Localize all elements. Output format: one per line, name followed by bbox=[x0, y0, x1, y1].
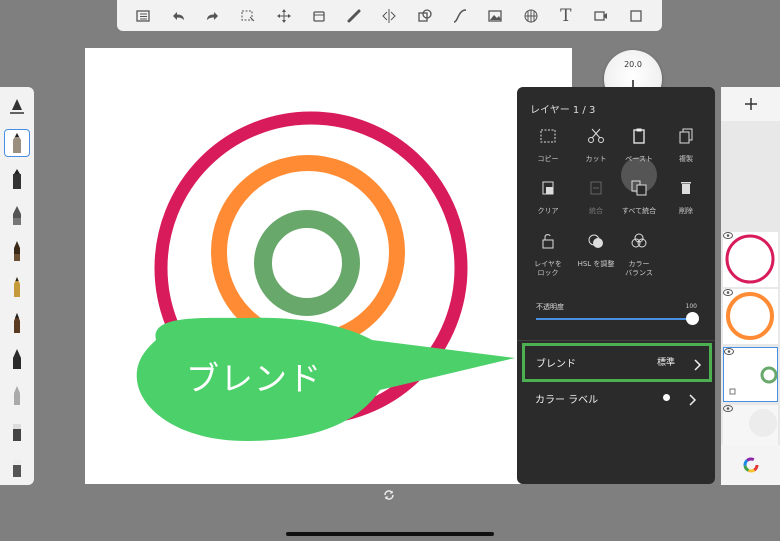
color-label-dot bbox=[663, 394, 670, 401]
home-indicator bbox=[286, 532, 494, 536]
brush-size-value: 20.0 bbox=[624, 60, 642, 69]
video-icon[interactable] bbox=[591, 6, 611, 26]
layer-thumb-2[interactable] bbox=[723, 289, 778, 344]
smudge-brush-icon[interactable] bbox=[4, 381, 30, 409]
duplicate-action[interactable]: 複製 bbox=[663, 125, 709, 164]
clear-label: クリア bbox=[537, 207, 559, 215]
redo-icon[interactable] bbox=[203, 6, 223, 26]
color-balance-label: カラー バランス bbox=[625, 260, 653, 277]
layer-tool-icon[interactable] bbox=[309, 6, 329, 26]
plus-icon bbox=[744, 98, 757, 110]
scissors-icon bbox=[585, 125, 607, 147]
curve-icon[interactable] bbox=[450, 6, 470, 26]
panel-divider bbox=[517, 340, 715, 341]
drawing-canvas[interactable] bbox=[85, 48, 572, 484]
duplicate-label: 複製 bbox=[679, 155, 693, 163]
text-tool-label: T bbox=[560, 5, 572, 26]
marker-brush-icon[interactable] bbox=[4, 165, 30, 193]
opacity-slider-track[interactable] bbox=[536, 318, 693, 320]
undo-icon[interactable] bbox=[168, 6, 188, 26]
clear-action[interactable]: クリア bbox=[525, 177, 571, 216]
eraser-brush-icon[interactable] bbox=[4, 417, 30, 445]
ink-brush-icon[interactable] bbox=[4, 273, 30, 301]
top-toolbar: T bbox=[117, 0, 662, 31]
merge-action[interactable]: 統合 bbox=[573, 177, 619, 216]
symmetry-icon[interactable] bbox=[379, 6, 399, 26]
color-balance-icon bbox=[628, 230, 650, 252]
sync-icon[interactable] bbox=[383, 489, 395, 501]
select-icon[interactable] bbox=[238, 6, 258, 26]
layer-panel: レイヤー 1 / 3 コピー カット ペースト 複製 クリア 統合 すべて統合 … bbox=[517, 87, 715, 484]
callout-text: ブレンド bbox=[186, 359, 322, 398]
clear-icon bbox=[537, 177, 559, 199]
merge-icon bbox=[585, 177, 607, 199]
opacity-slider-knob[interactable] bbox=[686, 312, 699, 325]
inner-ring bbox=[254, 210, 360, 316]
chisel-brush-icon[interactable] bbox=[4, 345, 30, 373]
hsl-action[interactable]: HSL を調整 bbox=[573, 230, 619, 269]
cut-action[interactable]: カット bbox=[573, 125, 619, 164]
merge-all-action[interactable]: すべて統合 bbox=[616, 177, 662, 216]
chevron-right-icon[interactable] bbox=[687, 391, 697, 406]
hsl-icon bbox=[585, 230, 607, 252]
copy-action[interactable]: コピー bbox=[525, 125, 571, 164]
unlock-icon bbox=[537, 230, 559, 252]
layer-panel-title: レイヤー 1 / 3 bbox=[530, 105, 596, 116]
copy-label: コピー bbox=[537, 155, 559, 163]
shapes-icon[interactable] bbox=[415, 6, 435, 26]
eye-icon bbox=[723, 405, 733, 412]
fill-brush-icon[interactable] bbox=[4, 453, 30, 481]
perspective-icon[interactable] bbox=[521, 6, 541, 26]
merge-all-label: すべて統合 bbox=[621, 207, 657, 215]
blend-row[interactable]: ブレンド 標準 bbox=[522, 343, 712, 382]
paste-icon bbox=[628, 125, 650, 147]
blend-label: ブレンド bbox=[536, 359, 576, 370]
image-icon[interactable] bbox=[485, 6, 505, 26]
lock-layer-action[interactable]: レイヤを ロック bbox=[525, 230, 571, 278]
cut-label: カット bbox=[585, 155, 607, 163]
layer-thumb-3-selected[interactable] bbox=[723, 347, 778, 402]
lock-layer-label: レイヤを ロック bbox=[534, 260, 562, 277]
copy-icon bbox=[537, 125, 559, 147]
hsl-label: HSL を調整 bbox=[577, 260, 615, 268]
layer-strip bbox=[721, 87, 780, 485]
add-layer-button[interactable] bbox=[721, 87, 780, 121]
move-icon[interactable] bbox=[274, 6, 294, 26]
airbrush-icon[interactable] bbox=[4, 201, 30, 229]
color-balance-action[interactable]: カラー バランス bbox=[616, 230, 662, 278]
chevron-right-icon bbox=[692, 356, 702, 371]
pen-brush-icon[interactable] bbox=[4, 237, 30, 265]
merge-all-icon bbox=[628, 177, 650, 199]
layer-thumb-1[interactable] bbox=[723, 232, 778, 287]
trash-icon bbox=[675, 177, 697, 199]
eye-icon bbox=[723, 289, 733, 296]
color-label-label[interactable]: カラー ラベル bbox=[535, 391, 598, 406]
delete-action[interactable]: 削除 bbox=[663, 177, 709, 216]
opacity-label: 不透明度 bbox=[536, 303, 564, 311]
merge-label: 統合 bbox=[589, 207, 603, 215]
blend-value: 標準 bbox=[657, 358, 676, 368]
eye-icon bbox=[723, 232, 733, 239]
brush-settings-icon[interactable] bbox=[4, 93, 30, 121]
fullscreen-icon[interactable] bbox=[626, 6, 646, 26]
opacity-value: 100 bbox=[685, 303, 697, 310]
list-icon[interactable] bbox=[133, 6, 153, 26]
paint-brush-icon[interactable] bbox=[4, 309, 30, 337]
eye-icon bbox=[724, 348, 734, 355]
text-icon[interactable]: T bbox=[556, 6, 576, 26]
color-wheel-icon bbox=[743, 457, 758, 473]
color-picker-button[interactable] bbox=[721, 445, 780, 485]
brush-bar bbox=[0, 87, 34, 485]
duplicate-icon bbox=[675, 125, 697, 147]
ruler-icon[interactable] bbox=[344, 6, 364, 26]
delete-label: 削除 bbox=[679, 207, 693, 215]
paste-label: ペースト bbox=[625, 155, 653, 163]
pencil-brush-icon[interactable] bbox=[4, 129, 30, 157]
paste-action[interactable]: ペースト bbox=[616, 125, 662, 164]
